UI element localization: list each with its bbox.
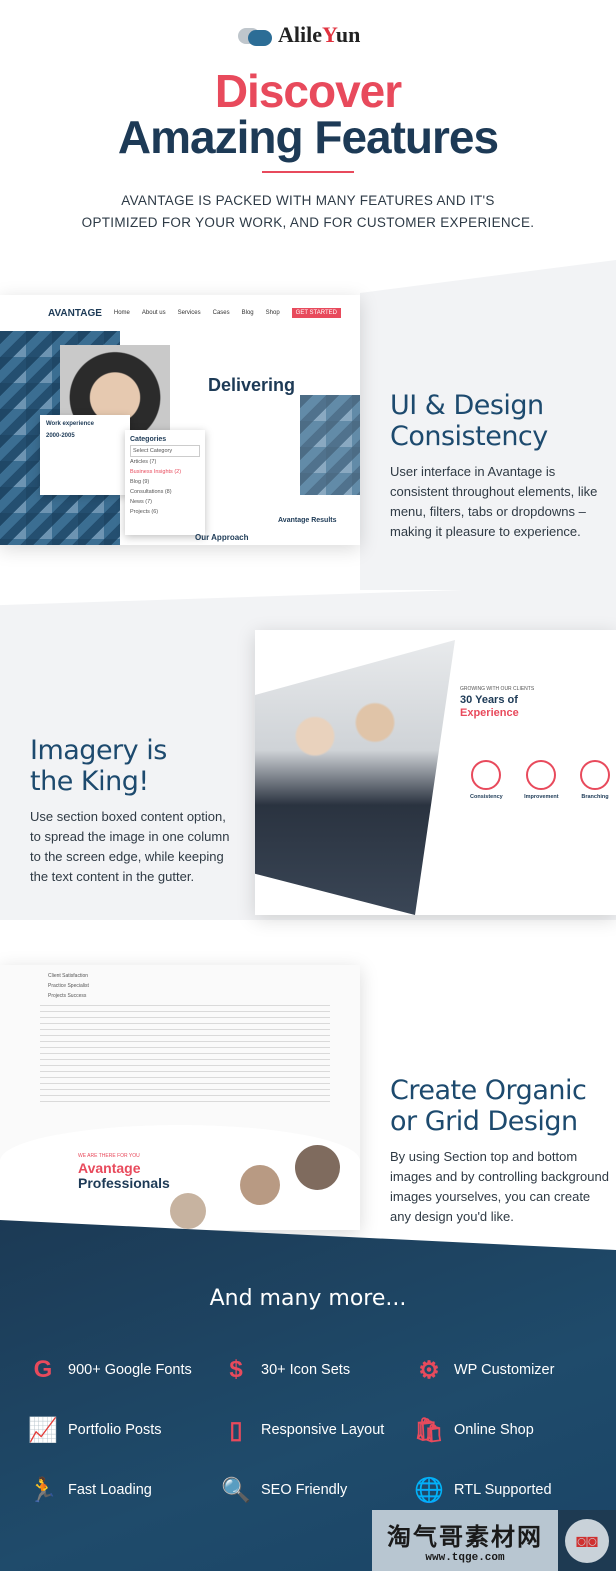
watermark-url: www.tqge.com [425,1552,505,1564]
feature-item: 🛍 Online Shop [414,1415,607,1445]
shot-text: Experience [460,707,519,719]
shot-text: GROWING WITH OUR CLIENTS [460,686,535,692]
feature-item: ▯ Responsive Layout [221,1415,414,1445]
dollar-hand-icon: $ [229,1356,243,1383]
subtitle-line: AVANTAGE IS PACKED WITH MANY FEATURES AN… [121,193,495,208]
nav-item: Shop [265,310,280,316]
shot-text: Projects Success [48,993,87,999]
features-grid: G 900+ Google Fonts $30+ Icon Sets ⚙ WP Cust… [28,1355,616,1505]
brand: AVANTAGE [48,307,102,319]
shot-text: Blog (9) [130,479,150,485]
screenshot-imagery: GROWING WITH OUR CLIENTS 30 Years of Expe… [255,630,616,915]
feature-label: 30+ Icon Sets [261,1362,351,1378]
title-line: Consistency [390,421,548,452]
nav-item: About us [141,310,166,316]
google-icon: G [33,1356,53,1383]
nav-item: Cases [212,310,230,316]
shot-text: Work experience [46,421,94,427]
subtitle-line: OPTIMIZED FOR YOUR WORK, AND FOR CUSTOME… [81,215,535,230]
screenshot-organic-design: Client Satisfaction Practice Specialist Pr… [0,965,360,1230]
shot-text: Branching [581,794,609,800]
feature-label: Online Shop [454,1422,534,1438]
watermark: 淘气哥素材网 www.tqge.com ◙◙ [372,1510,616,1571]
divider [262,171,354,173]
shot-text: News (7) [130,499,153,505]
glasses-icon: ◙◙ [558,1510,616,1571]
feature-item: $30+ Icon Sets [221,1355,414,1385]
shot-text: Avantage [78,1160,141,1176]
shot-text: Projects (6) [130,509,159,515]
section-text: By using Section top and bottom images a… [390,1149,609,1224]
running-man-icon: 🏃 [28,1476,58,1504]
presentation-icon: 📈 [28,1416,58,1444]
section-title: Create Organic or Grid Design [390,1075,610,1137]
screenshot-ui-consistency: AVANTAGE Home About us Services Cases Blog Sh… [0,295,360,545]
shot-text: Consistency [470,794,503,800]
feature-label: Responsive Layout [261,1422,385,1438]
feature-item: 🔍 SEO Friendly [221,1475,414,1505]
page-title: Amazing Features [117,111,499,163]
magnifier-icon: 🔍 [221,1476,251,1504]
nav-item: Services [177,310,201,316]
shot-text: Our Approach [195,533,249,542]
feature-item: ⚙ WP Customizer [414,1355,607,1385]
shot-text: Categories [130,436,167,443]
cta-button: GET STARTED [291,308,341,318]
nav-item: Blog [241,310,254,316]
subtitle: AVANTAGE IS PACKED WITH MANY FEATURES AN… [60,190,556,234]
mobile-icon: ▯ [229,1416,243,1444]
section-title: Imagery is the King! [30,735,230,797]
shot-text: Improvement [524,794,559,800]
nav-item: Home [113,310,130,316]
shot-text: Avantage Results [278,517,337,524]
section-title: UI & Design Consistency [390,390,605,452]
shot-text: 30 Years of [460,694,518,706]
title-line: the King! [30,766,149,797]
feature-label: SEO Friendly [261,1482,348,1498]
shot-text: Client Satisfaction [48,973,89,979]
section-text: Use section boxed content option, to spr… [30,809,230,884]
logo-text: un [335,22,361,47]
globe-icon: 🌐 [414,1476,444,1504]
features-title: And many more... [209,1286,407,1311]
shot-text: Business Insights (2) [130,469,182,475]
shot-text: WE ARE THERE FOR YOU [78,1153,140,1159]
feature-item: G 900+ Google Fonts [28,1355,221,1385]
feature-item: 🏃 Fast Loading [28,1475,221,1505]
shopping-bag-icon: 🛍 [413,1416,445,1444]
title-line: UI & Design [390,390,544,421]
shot-text: Articles (7) [130,459,157,465]
title-line: Create Organic [390,1075,587,1106]
feature-label: Fast Loading [68,1482,152,1498]
shot-text: Practice Specialist [48,983,89,989]
shot-text: Professionals [78,1175,170,1191]
feature-item: 📈 Portfolio Posts [28,1415,221,1445]
logo: AlileYun [238,22,360,48]
shot-heading: Delivering [208,375,296,395]
feature-label: RTL Supported [454,1482,552,1498]
logo-text: Y [322,22,336,47]
logo-text: Alile [278,22,322,47]
feature-item: 🌐 RTL Supported [414,1475,607,1505]
cloud-icon [238,24,272,46]
shot-text: Consultations (8) [130,489,172,495]
title-line: Imagery is [30,735,167,766]
watermark-text: 淘气哥素材网 [387,1524,543,1551]
feature-label: 900+ Google Fonts [68,1362,192,1378]
section-text: User interface in Avantage is consistent… [390,464,598,539]
shot-text: Select Category [130,445,200,457]
title-line: or Grid Design [390,1106,578,1137]
feature-label: WP Customizer [454,1362,555,1378]
shot-text: 2000-2005 [46,433,75,439]
feature-label: Portfolio Posts [68,1422,162,1438]
gears-icon: ⚙ [418,1356,440,1384]
